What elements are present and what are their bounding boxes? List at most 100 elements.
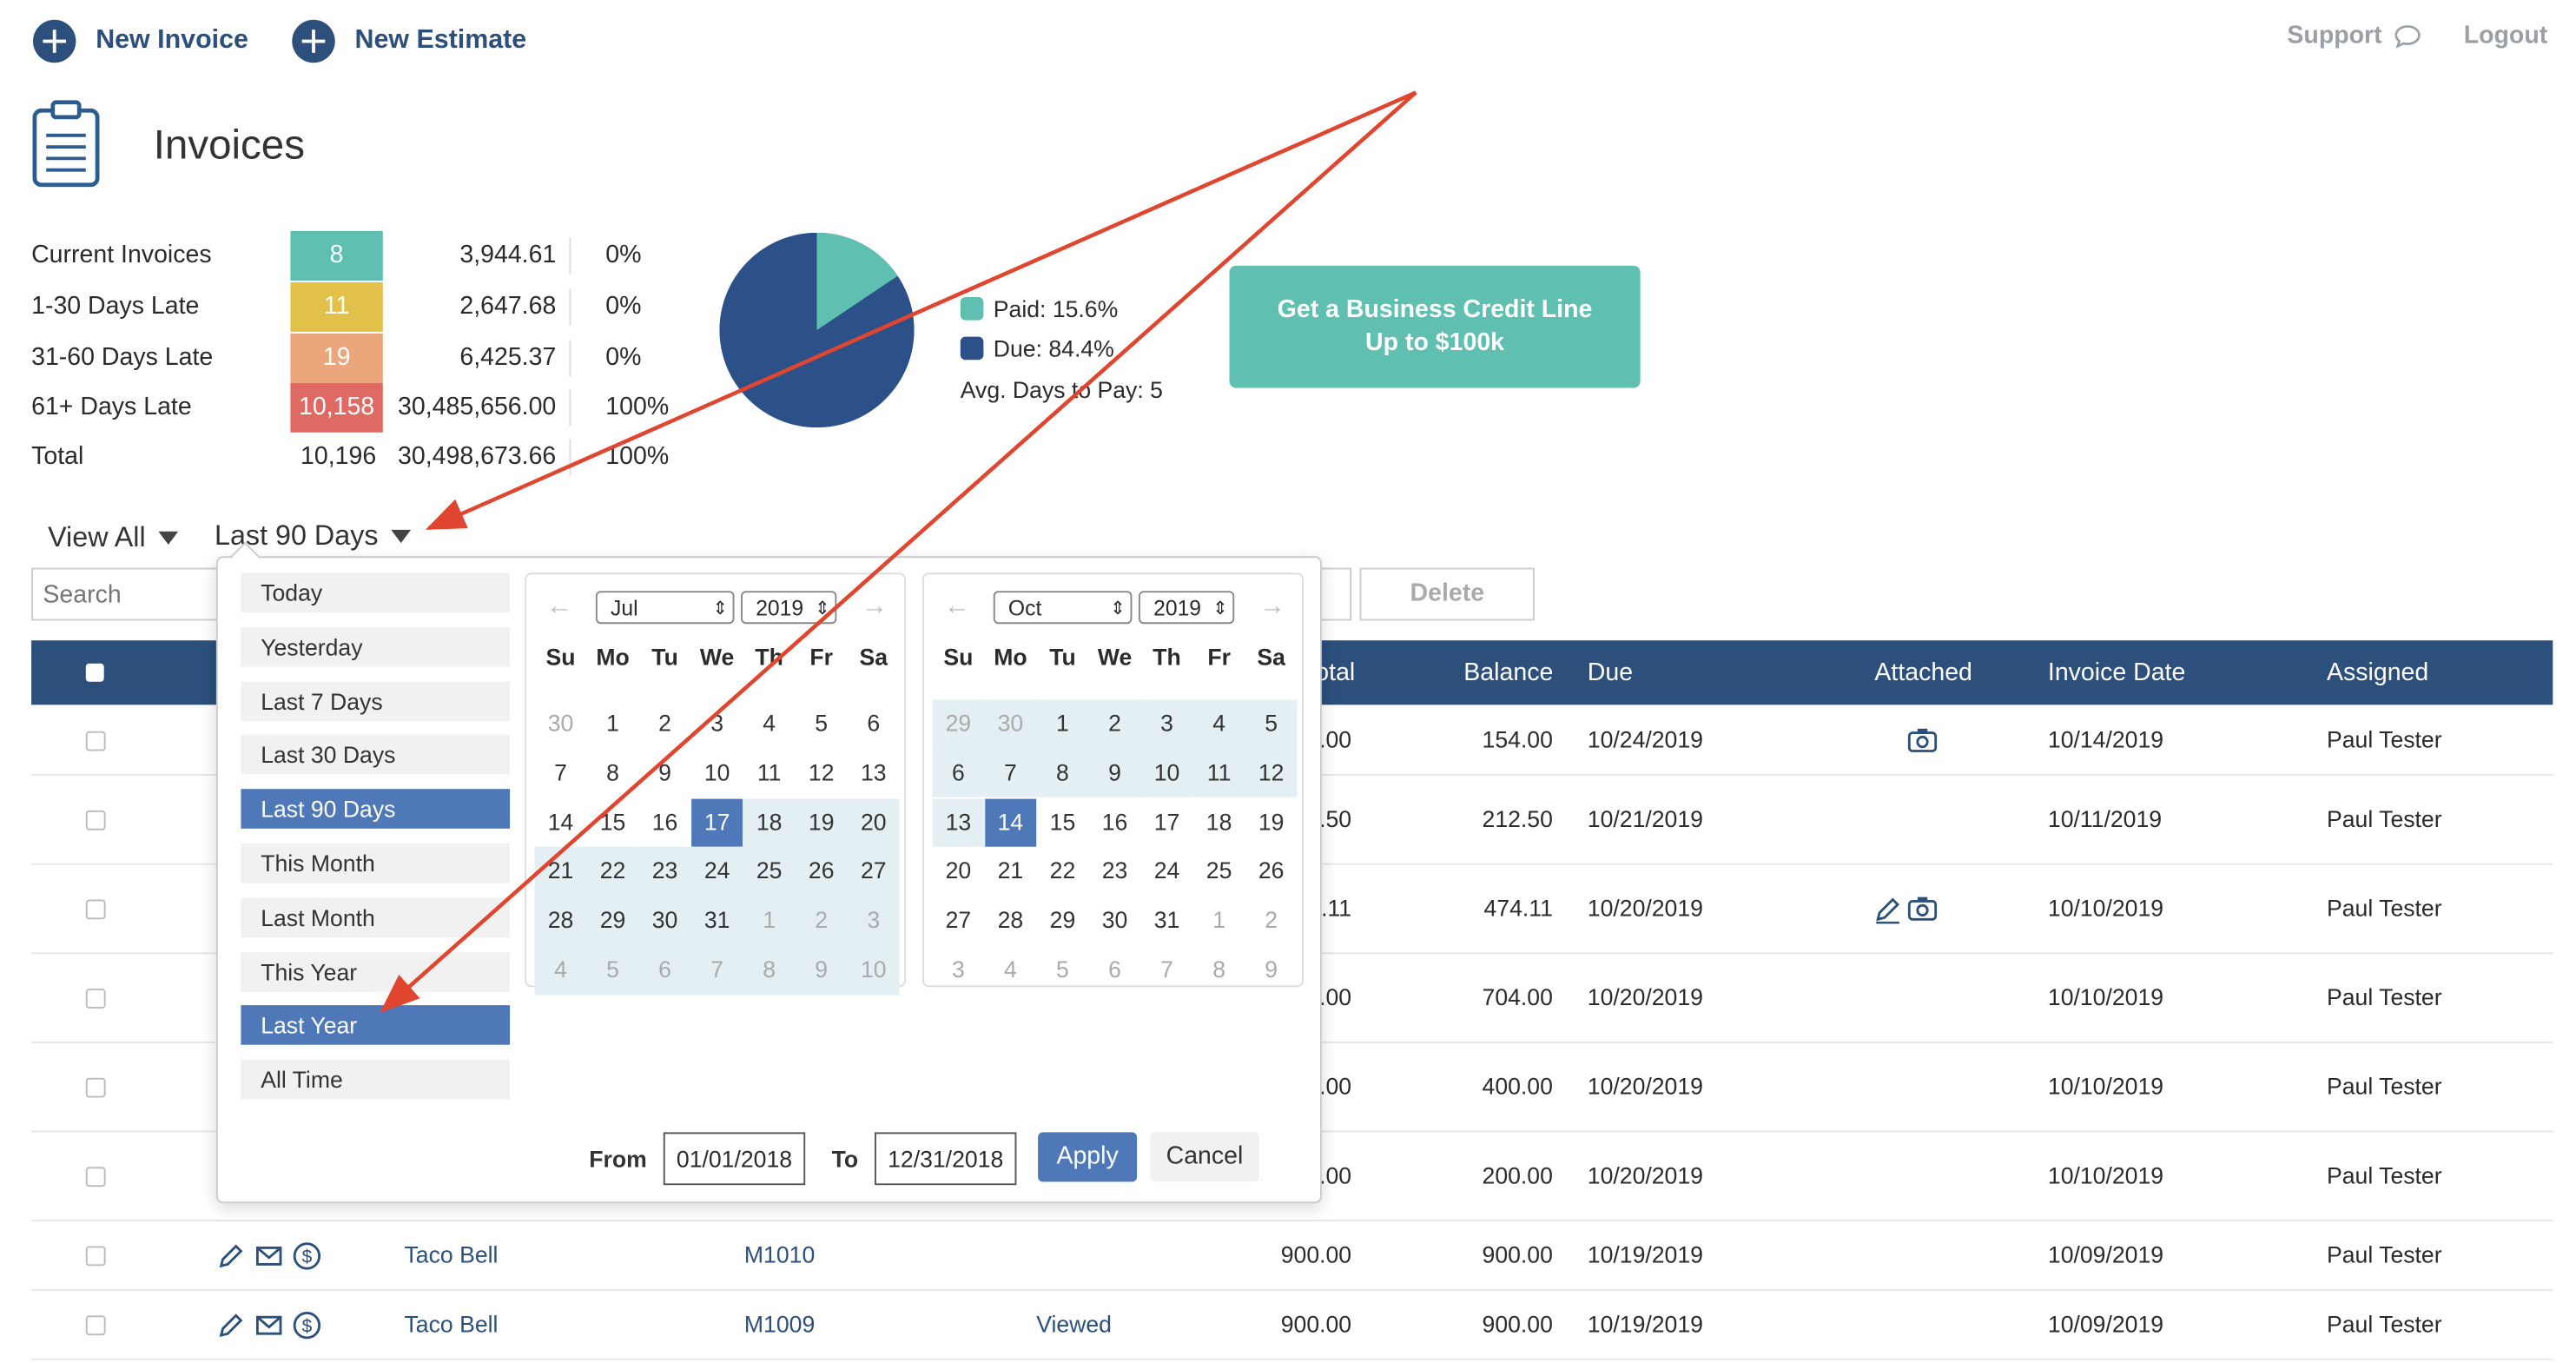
calendar-day[interactable]: 14	[984, 797, 1037, 847]
prev-month-arrow-icon[interactable]: ←	[546, 592, 572, 622]
calendar-day[interactable]: 15	[587, 798, 639, 847]
calendar-day[interactable]: 23	[1089, 847, 1141, 896]
pencil-icon[interactable]	[216, 1311, 246, 1340]
col-balance[interactable]: Balance	[1463, 658, 1553, 686]
calendar-day[interactable]: 27	[847, 847, 900, 897]
new-invoice-button[interactable]: New Invoice	[33, 19, 248, 63]
preset-range-option[interactable]: Last 90 Days	[241, 789, 511, 830]
calendar-day[interactable]: 9	[1245, 946, 1298, 995]
preset-range-option[interactable]: This Month	[241, 843, 511, 883]
calendar-day[interactable]: 11	[743, 749, 796, 797]
prev-month-arrow-icon[interactable]: ←	[944, 592, 970, 622]
calendar-day[interactable]: 6	[932, 749, 985, 798]
calendar-day[interactable]: 30	[1089, 897, 1141, 945]
calendar-day[interactable]: 29	[1037, 897, 1089, 945]
calendar-day[interactable]: 1	[743, 897, 796, 946]
new-estimate-button[interactable]: New Estimate	[292, 19, 526, 63]
calendar-day[interactable]: 23	[638, 847, 691, 897]
col-assigned[interactable]: Assigned	[2327, 658, 2428, 686]
camera-icon[interactable]	[1907, 726, 1938, 752]
row-checkbox[interactable]	[85, 1315, 106, 1336]
calendar-day[interactable]: 25	[743, 847, 796, 897]
calendar-day[interactable]: 17	[690, 797, 743, 847]
preset-range-option[interactable]: All Time	[241, 1060, 511, 1100]
calendar-day[interactable]: 13	[932, 797, 985, 847]
support-link[interactable]: Support	[2287, 22, 2421, 50]
calendar-day[interactable]: 9	[795, 945, 848, 995]
calendar-day[interactable]: 28	[534, 897, 587, 946]
calendar-day[interactable]: 19	[795, 797, 848, 847]
envelope-icon[interactable]	[254, 1311, 284, 1340]
calendar-day[interactable]: 10	[691, 749, 743, 797]
dollar-circle-icon[interactable]: $	[292, 1241, 321, 1271]
calendar-day[interactable]: 22	[586, 847, 639, 897]
calendar-day[interactable]: 3	[933, 946, 985, 995]
calendar-day[interactable]: 30	[638, 897, 691, 946]
calendar-day[interactable]: 4	[985, 946, 1037, 995]
credit-line-promo-button[interactable]: Get a Business Credit Line Up to $100k	[1229, 265, 1641, 388]
calendar-day[interactable]: 29	[586, 897, 639, 946]
invoice-number-link[interactable]: M1010	[744, 1241, 815, 1267]
preset-range-option[interactable]: This Year	[241, 951, 511, 992]
calendar-day[interactable]: 2	[1088, 699, 1141, 749]
logout-link[interactable]: Logout	[2464, 22, 2548, 50]
calendar-day[interactable]: 18	[743, 797, 796, 847]
calendar-day[interactable]: 4	[1192, 699, 1245, 749]
calendar-day[interactable]: 16	[1089, 798, 1141, 847]
month-select[interactable]: Oct	[993, 591, 1133, 625]
col-due[interactable]: Due	[1588, 658, 1633, 686]
calendar-day[interactable]: 2	[795, 897, 848, 946]
calendar-day[interactable]: 2	[1245, 897, 1298, 945]
cancel-button[interactable]: Cancel	[1150, 1132, 1259, 1182]
camera-icon[interactable]	[1907, 895, 1938, 921]
preset-range-option[interactable]: Today	[241, 572, 511, 612]
calendar-day[interactable]: 10	[1140, 749, 1193, 798]
summary-count[interactable]: 8	[290, 231, 383, 281]
row-checkbox[interactable]	[85, 989, 106, 1009]
table-row[interactable]: $ Taco Bell M1010 900.00 900.00 10/19/2019 10…	[31, 1220, 2553, 1291]
summary-count[interactable]: 19	[290, 333, 383, 383]
from-date-input[interactable]: 01/01/2018	[663, 1132, 806, 1186]
summary-count[interactable]: 11	[290, 281, 383, 332]
preset-range-option[interactable]: Last Month	[241, 897, 511, 937]
envelope-icon[interactable]	[254, 1241, 284, 1271]
row-checkbox[interactable]	[85, 899, 106, 920]
invoice-number-link[interactable]: M1009	[744, 1311, 815, 1337]
calendar-day[interactable]: 21	[534, 847, 587, 897]
preset-range-option[interactable]: Last 30 Days	[241, 735, 511, 775]
calendar-day[interactable]: 16	[639, 798, 691, 847]
col-invoice-date[interactable]: Invoice Date	[2048, 658, 2185, 686]
calendar-day[interactable]: 7	[984, 749, 1037, 798]
calendar-day[interactable]: 17	[1141, 798, 1193, 847]
calendar-day[interactable]: 8	[1036, 749, 1089, 798]
calendar-day[interactable]: 24	[1141, 847, 1193, 896]
calendar-day[interactable]: 12	[796, 749, 848, 797]
calendar-day[interactable]: 27	[933, 897, 985, 945]
calendar-day[interactable]: 28	[985, 897, 1037, 945]
pencil-icon[interactable]	[216, 1241, 246, 1271]
summary-count[interactable]: 10,158	[290, 382, 383, 433]
table-row[interactable]: $ Taco Bell M1009 Viewed 900.00 900.00 10/19/…	[31, 1289, 2553, 1360]
calendar-day[interactable]: 8	[1193, 946, 1245, 995]
calendar-day[interactable]: 9	[1088, 749, 1141, 798]
select-all-checkbox[interactable]	[85, 663, 104, 682]
calendar-day[interactable]: 20	[933, 847, 985, 896]
month-select[interactable]: Jul	[595, 591, 735, 625]
calendar-day[interactable]: 26	[795, 847, 848, 897]
calendar-day[interactable]: 15	[1037, 798, 1089, 847]
summary-count[interactable]: 10,196	[290, 433, 382, 482]
search-input[interactable]	[31, 567, 223, 621]
year-select[interactable]: 2019	[1139, 591, 1235, 625]
calendar-day[interactable]: 30	[535, 700, 587, 749]
calendar-day[interactable]: 6	[848, 700, 900, 749]
calendar-day[interactable]: 11	[1192, 749, 1245, 798]
calendar-day[interactable]: 13	[848, 749, 900, 797]
calendar-day[interactable]: 4	[743, 700, 796, 749]
next-month-arrow-icon[interactable]: →	[1259, 592, 1285, 622]
calendar-day[interactable]: 1	[587, 700, 639, 749]
to-date-input[interactable]: 12/31/2018	[875, 1132, 1017, 1186]
row-checkbox[interactable]	[85, 810, 106, 830]
calendar-day[interactable]: 6	[1089, 946, 1141, 995]
calendar-day[interactable]: 31	[1141, 897, 1193, 945]
calendar-day[interactable]: 5	[1037, 946, 1089, 995]
